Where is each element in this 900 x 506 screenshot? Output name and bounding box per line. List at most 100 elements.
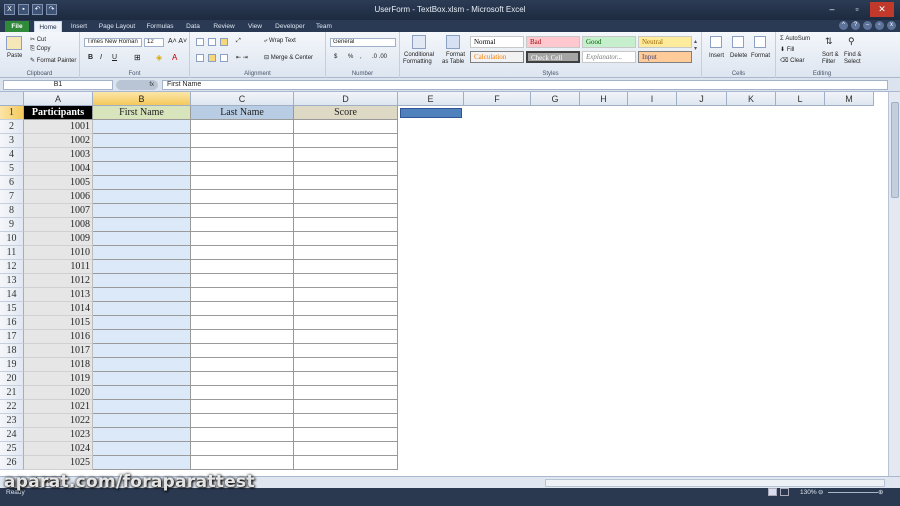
participant-id-cell[interactable]: 1004	[24, 162, 93, 176]
row-header-9[interactable]: 9	[0, 218, 24, 232]
score-cell[interactable]	[294, 260, 398, 274]
tab-data[interactable]: Data	[182, 21, 204, 32]
first-name-cell[interactable]	[93, 204, 191, 218]
last-name-cell[interactable]	[191, 232, 294, 246]
style-neutral[interactable]: Neutral	[638, 36, 692, 48]
font-color-icon[interactable]: A	[172, 53, 177, 62]
participant-id-cell[interactable]: 1023	[24, 428, 93, 442]
last-name-cell[interactable]	[191, 120, 294, 134]
format-as-table-line1[interactable]: Format	[446, 52, 465, 58]
align-middle-icon[interactable]	[208, 38, 216, 46]
styles-scroll-icon[interactable]: ▴ ▾	[694, 38, 697, 52]
participant-id-cell[interactable]: 1018	[24, 358, 93, 372]
last-name-cell[interactable]	[191, 134, 294, 148]
row-header-7[interactable]: 7	[0, 190, 24, 204]
score-cell[interactable]	[294, 120, 398, 134]
last-name-cell[interactable]	[191, 288, 294, 302]
last-name-cell[interactable]	[191, 330, 294, 344]
last-name-cell[interactable]	[191, 246, 294, 260]
row-header-26[interactable]: 26	[0, 456, 24, 470]
row-header-19[interactable]: 19	[0, 358, 24, 372]
score-cell[interactable]	[294, 148, 398, 162]
first-name-cell[interactable]	[93, 260, 191, 274]
tab-page-layout[interactable]: Page Layout	[96, 21, 138, 32]
help-icon[interactable]: ?	[851, 21, 860, 30]
participant-id-cell[interactable]: 1015	[24, 316, 93, 330]
last-name-cell[interactable]	[191, 204, 294, 218]
last-name-cell[interactable]	[191, 372, 294, 386]
format-as-table-line2[interactable]: as Table	[442, 59, 464, 65]
copy-button[interactable]: ⎘ Copy	[30, 46, 50, 53]
tab-review[interactable]: Review	[208, 21, 240, 32]
last-name-cell[interactable]	[191, 176, 294, 190]
style-normal[interactable]: Normal	[470, 36, 524, 48]
row-header-20[interactable]: 20	[0, 372, 24, 386]
first-name-cell[interactable]	[93, 162, 191, 176]
column-header-g[interactable]: G	[531, 92, 580, 106]
first-name-cell[interactable]	[93, 386, 191, 400]
row-header-6[interactable]: 6	[0, 176, 24, 190]
font-name-select[interactable]: Times New Roman	[84, 38, 142, 47]
score-cell[interactable]	[294, 442, 398, 456]
merge-center-button[interactable]: ⊟ Merge & Center	[264, 54, 313, 61]
first-name-cell[interactable]	[93, 400, 191, 414]
participant-id-cell[interactable]: 1003	[24, 148, 93, 162]
first-name-cell[interactable]	[93, 274, 191, 288]
participant-id-cell[interactable]: 1005	[24, 176, 93, 190]
row-header-14[interactable]: 14	[0, 288, 24, 302]
participant-id-cell[interactable]: 1002	[24, 134, 93, 148]
last-name-cell[interactable]	[191, 162, 294, 176]
header-cell-first-name[interactable]: First Name	[93, 106, 191, 120]
participant-id-cell[interactable]: 1020	[24, 386, 93, 400]
minimize-ribbon-icon[interactable]: ^	[839, 21, 848, 30]
column-header-m[interactable]: M	[825, 92, 874, 106]
score-cell[interactable]	[294, 316, 398, 330]
fill-button[interactable]: ⬇ Fill	[780, 46, 794, 53]
conditional-formatting-line1[interactable]: Conditional	[404, 52, 434, 58]
participant-id-cell[interactable]: 1019	[24, 372, 93, 386]
score-cell[interactable]	[294, 162, 398, 176]
column-header-a[interactable]: A	[24, 92, 93, 106]
last-name-cell[interactable]	[191, 428, 294, 442]
score-cell[interactable]	[294, 288, 398, 302]
normal-view-icon[interactable]	[768, 488, 777, 496]
tab-formulas[interactable]: Formulas	[142, 21, 178, 32]
clear-button[interactable]: ⌫ Clear	[780, 57, 805, 64]
tab-file[interactable]: File	[5, 21, 29, 32]
decimal-icon[interactable]: .0 .00	[372, 54, 387, 60]
participant-id-cell[interactable]: 1008	[24, 218, 93, 232]
tab-team[interactable]: Team	[312, 21, 336, 32]
first-name-cell[interactable]	[93, 302, 191, 316]
last-name-cell[interactable]	[191, 344, 294, 358]
last-name-cell[interactable]	[191, 260, 294, 274]
first-name-cell[interactable]	[93, 134, 191, 148]
first-name-cell[interactable]	[93, 148, 191, 162]
comma-button[interactable]: ,	[360, 54, 362, 60]
row-header-11[interactable]: 11	[0, 246, 24, 260]
score-cell[interactable]	[294, 358, 398, 372]
tab-home[interactable]: Home	[34, 21, 62, 32]
row-header-15[interactable]: 15	[0, 302, 24, 316]
row-header-4[interactable]: 4	[0, 148, 24, 162]
first-name-cell[interactable]	[93, 190, 191, 204]
column-header-f[interactable]: F	[464, 92, 531, 106]
row-header-8[interactable]: 8	[0, 204, 24, 218]
last-name-cell[interactable]	[191, 386, 294, 400]
first-name-cell[interactable]	[93, 414, 191, 428]
column-header-j[interactable]: J	[677, 92, 727, 106]
borders-icon[interactable]: ⊞	[134, 53, 141, 62]
score-cell[interactable]	[294, 246, 398, 260]
row-header-5[interactable]: 5	[0, 162, 24, 176]
sort-filter-line1[interactable]: Sort &	[822, 52, 839, 58]
style-input[interactable]: Input	[638, 51, 692, 63]
last-name-cell[interactable]	[191, 456, 294, 470]
first-name-cell[interactable]	[93, 428, 191, 442]
align-bottom-icon[interactable]	[220, 38, 228, 46]
select-all-corner[interactable]	[0, 92, 24, 106]
last-name-cell[interactable]	[191, 358, 294, 372]
participant-id-cell[interactable]: 1024	[24, 442, 93, 456]
maximize-icon[interactable]: ▫	[845, 2, 869, 17]
score-cell[interactable]	[294, 330, 398, 344]
align-left-icon[interactable]	[196, 54, 204, 62]
score-cell[interactable]	[294, 204, 398, 218]
